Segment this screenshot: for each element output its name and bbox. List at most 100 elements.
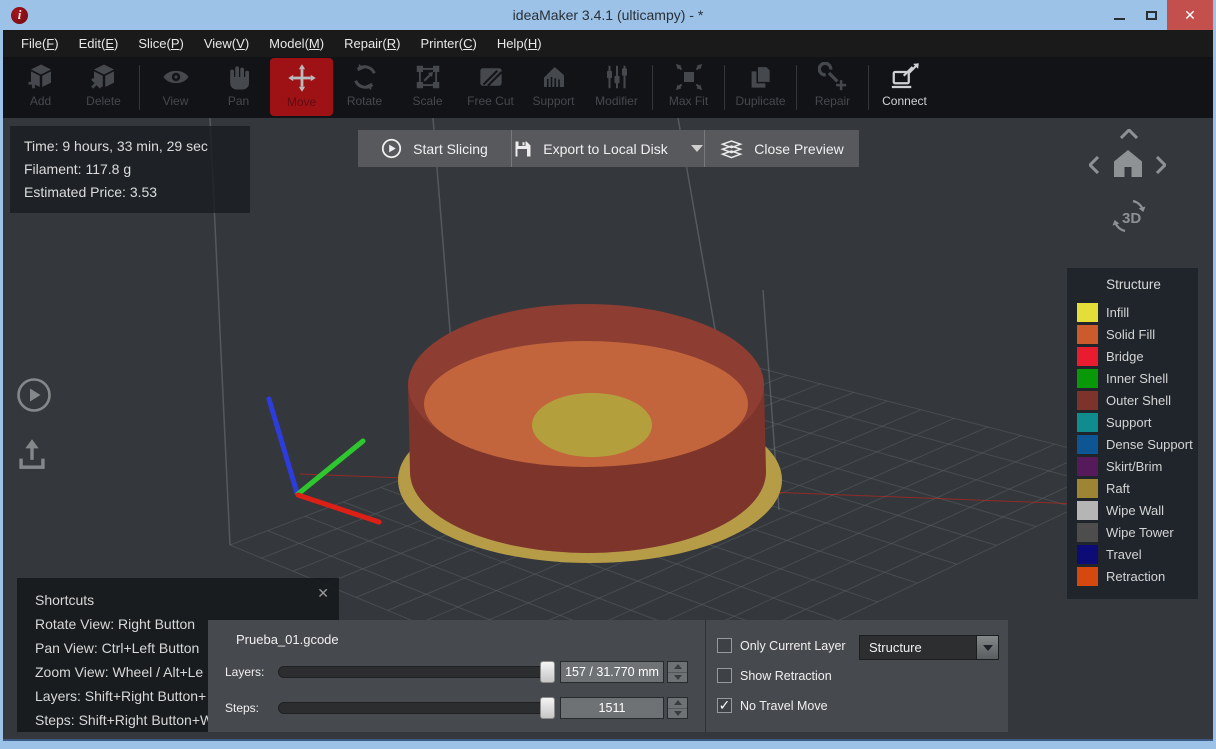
steps-slider[interactable] [278,697,555,719]
show-retraction-checkbox[interactable] [717,668,732,683]
toolbar-connect-button[interactable]: Connect [873,57,936,118]
legend-item-bridge: Bridge [1077,345,1198,367]
toolbar-pan-button[interactable]: Pan [207,57,270,118]
legend-item-raft: Raft [1077,477,1198,499]
only-current-layer-checkbox[interactable] [717,638,732,653]
rotate-icon [353,64,376,90]
menu-model[interactable]: Model(M) [259,30,334,57]
move-arrows-icon [287,64,316,92]
minimize-button[interactable] [1103,0,1135,30]
spinner-up-icon[interactable] [668,662,687,673]
menu-edit[interactable]: Edit(E) [69,30,129,57]
menu-bar: File(F) Edit(E) Slice(P) View(V) Model(M… [3,30,1213,57]
export-to-local-disk-button[interactable]: Export to Local Disk [512,130,704,167]
y-axis-arrow [295,438,366,497]
play-circle-icon [382,138,402,159]
layers-slider-thumb[interactable] [540,661,555,683]
max-fit-icon [675,63,702,91]
play-tool-button[interactable] [15,376,53,419]
spinner-down-icon[interactable] [668,709,687,719]
chevron-down-icon[interactable] [690,145,703,152]
menu-file[interactable]: File(F) [11,30,69,57]
layers-value[interactable]: 157 / 31.770 mm [560,661,664,683]
legend-item-inner-shell: Inner Shell [1077,367,1198,389]
axis-indicator [266,396,382,525]
model-infill-center [532,393,652,457]
legend-item-support: Support [1077,411,1198,433]
toolbar-maxfit-button[interactable]: Max Fit [657,57,720,118]
close-preview-button[interactable]: Close Preview [705,130,859,167]
menu-repair[interactable]: Repair(R) [334,30,410,57]
toolbar-freecut-button[interactable]: Free Cut [459,57,522,118]
color-swatch [1077,412,1098,432]
toolbar-modifier-button[interactable]: Modifier [585,57,648,118]
viewport: Time: 9 hours, 33 min, 29 sec Filament: … [3,118,1213,741]
layers-label: Layers: [225,665,265,679]
dropdown-arrow-button[interactable] [976,636,998,659]
color-swatch [1077,368,1098,388]
view-mode-dropdown[interactable]: Structure [859,635,999,660]
z-axis-arrow [266,396,300,496]
no-travel-move-option: ✓ No Travel Move [717,697,828,713]
view-up-button[interactable] [1119,126,1139,144]
no-travel-move-checkbox[interactable]: ✓ [717,698,732,713]
legend-item-infill: Infill [1077,301,1198,323]
color-swatch [1077,324,1098,344]
toolbar-repair-button[interactable]: Repair [801,57,864,118]
view-right-button[interactable] [1155,155,1168,179]
toolbar-rotate-button[interactable]: Rotate [333,57,396,118]
view-left-button[interactable] [1087,155,1100,179]
maximize-button[interactable] [1135,0,1167,30]
svg-text:3D: 3D [1122,210,1141,227]
home-view-button[interactable] [1111,148,1145,184]
toolbar-support-button[interactable]: Support [522,57,585,118]
support-icon [543,67,564,87]
legend-item-outer-shell: Outer Shell [1077,389,1198,411]
spinner-up-icon[interactable] [668,698,687,709]
toolbar-separator [724,65,725,110]
hand-icon [229,66,249,90]
legend-item-skirt-brim: Skirt/Brim [1077,455,1198,477]
steps-slider-thumb[interactable] [540,697,555,719]
free-cut-icon [479,68,502,87]
toolbar-duplicate-button[interactable]: Duplicate [729,57,792,118]
layers-slider[interactable] [278,661,555,683]
steps-spinner[interactable] [667,697,688,719]
close-icon[interactable]: ✕ [317,585,329,602]
play-circle-icon [17,378,51,412]
stat-filament: Filament: 117.8 g [24,161,132,177]
menu-slice[interactable]: Slice(P) [128,30,194,57]
menu-help[interactable]: Help(H) [487,30,552,57]
wrench-icon [817,62,846,91]
toolbar-separator [868,65,869,110]
color-swatch [1077,346,1098,366]
main-toolbar: Add Delete View Pan Move Rotate Scale Fr… [3,57,1213,118]
toolbar-separator [652,65,653,110]
menu-printer[interactable]: Printer(C) [410,30,486,57]
chevron-right-icon [1155,155,1168,175]
layers-spinner[interactable] [667,661,688,683]
toolbar-scale-button[interactable]: Scale [396,57,459,118]
title-bar: i ideaMaker 3.4.1 (ulticampy) - * ✕ [3,0,1213,30]
toolbar-view-button[interactable]: View [144,57,207,118]
export-tool-button[interactable] [15,438,49,477]
toolbar-delete-button[interactable]: Delete [72,57,135,118]
color-swatch [1077,302,1098,322]
rotate-3d-button[interactable]: 3D [1106,193,1152,244]
menu-view[interactable]: View(V) [194,30,259,57]
color-swatch [1077,522,1098,542]
toolbar-move-button[interactable]: Move [270,58,333,116]
close-button[interactable]: ✕ [1167,0,1213,30]
duplicate-icon [751,65,771,88]
stat-time: Time: 9 hours, 33 min, 29 sec [24,138,208,154]
legend-title: Structure [1106,277,1161,292]
start-slicing-button[interactable]: Start Slicing [358,130,511,167]
color-swatch [1077,390,1098,410]
steps-value[interactable]: 1511 [560,697,664,719]
delete-cube-icon [90,64,114,89]
slicing-stats-panel: Time: 9 hours, 33 min, 29 sec Filament: … [10,126,250,213]
chevron-down-icon [982,644,993,651]
spinner-down-icon[interactable] [668,673,687,683]
legend-item-dense-support: Dense Support [1077,433,1198,455]
toolbar-add-button[interactable]: Add [9,57,72,118]
